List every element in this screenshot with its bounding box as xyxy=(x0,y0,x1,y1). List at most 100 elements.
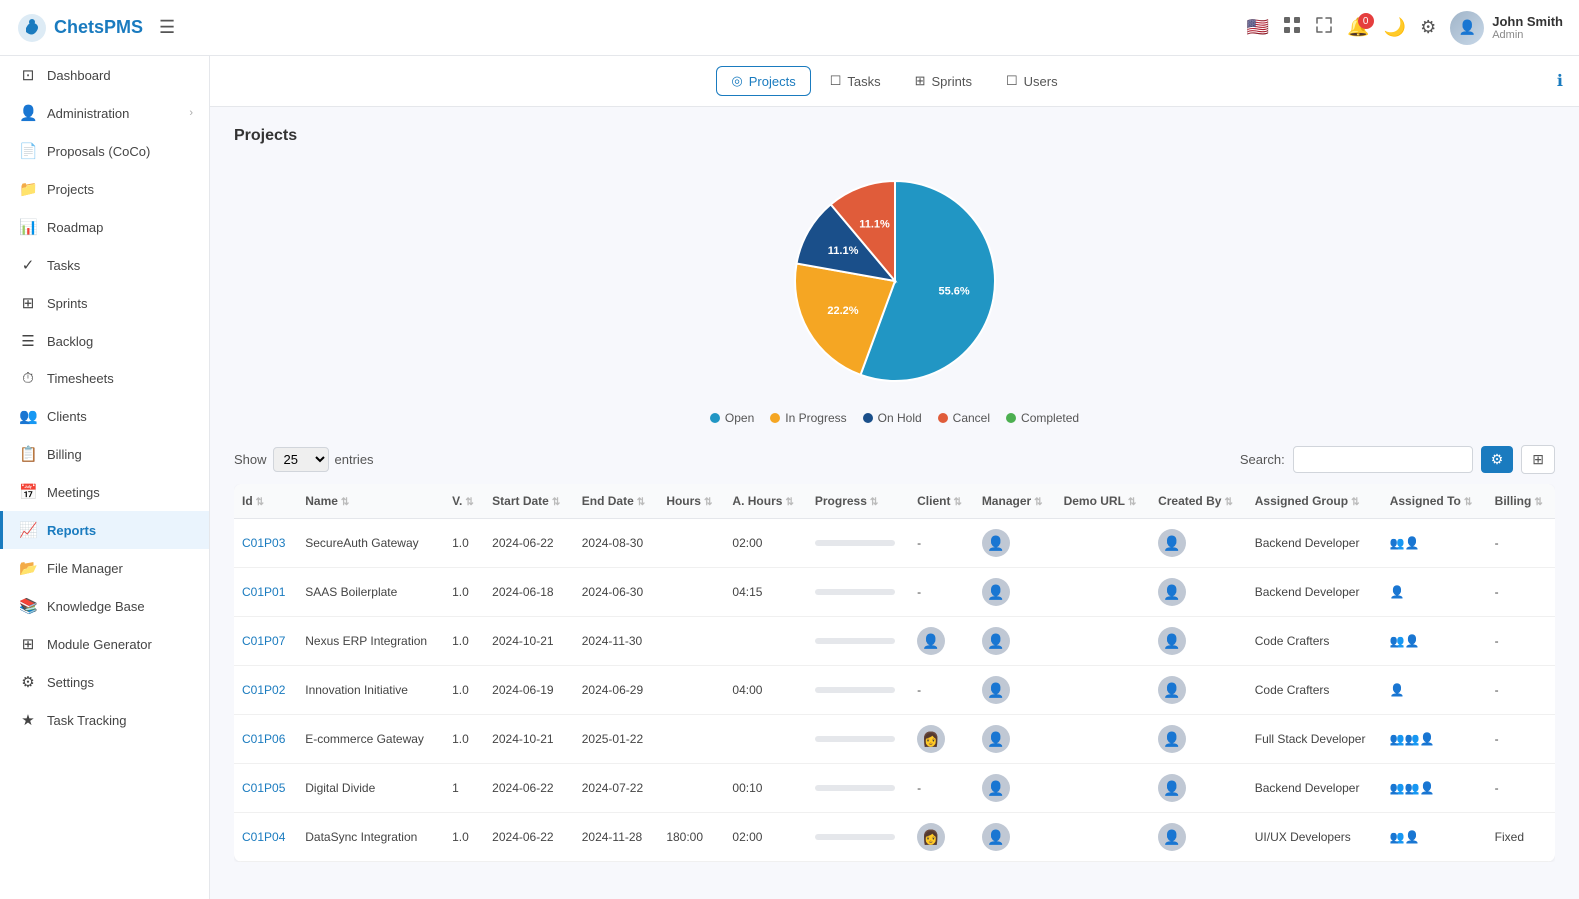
sidebar-label-tasks: Tasks xyxy=(47,258,80,273)
backlog-icon: ☰ xyxy=(19,332,37,350)
dark-mode-button[interactable]: 🌙 xyxy=(1384,17,1406,38)
end-date: 2024-06-29 xyxy=(582,683,643,697)
version: 1.0 xyxy=(452,585,469,599)
col-header-progress[interactable]: Progress⇅ xyxy=(807,484,909,519)
manager-avatar: 👤 xyxy=(982,676,1010,704)
project-id-link[interactable]: C01P06 xyxy=(242,732,285,746)
sidebar-item-backlog[interactable]: ☰ Backlog xyxy=(0,322,209,360)
sidebar-label-meetings: Meetings xyxy=(47,485,100,500)
sort-icon: ⇅ xyxy=(256,497,264,508)
hamburger-button[interactable]: ☰ xyxy=(159,17,175,38)
flag-button[interactable]: 🇺🇸 xyxy=(1247,17,1269,38)
expand-button[interactable] xyxy=(1315,16,1333,39)
hours: 180:00 xyxy=(666,830,703,844)
notification-button[interactable]: 🔔 0 xyxy=(1347,17,1369,38)
sidebar-item-task-tracking[interactable]: ★ Task Tracking xyxy=(0,701,209,739)
legend-label-In Progress: In Progress xyxy=(785,411,846,425)
client: 👤 xyxy=(917,633,945,647)
created-by-avatar: 👤 xyxy=(1158,578,1186,606)
project-id-link[interactable]: C01P05 xyxy=(242,781,285,795)
col-header-created-by[interactable]: Created By⇅ xyxy=(1150,484,1247,519)
sidebar-item-timesheets[interactable]: ⏱ Timesheets xyxy=(0,360,209,397)
sidebar-item-file-manager[interactable]: 📂 File Manager xyxy=(0,549,209,587)
project-id-link[interactable]: C01P02 xyxy=(242,683,285,697)
project-name: SecureAuth Gateway xyxy=(305,536,418,550)
project-id-link[interactable]: C01P03 xyxy=(242,536,285,550)
client: - xyxy=(917,585,921,599)
show-entries: Show 102550100 entries xyxy=(234,447,374,472)
sidebar-item-administration[interactable]: 👤 Administration › xyxy=(0,94,209,132)
sidebar-item-reports[interactable]: 📈 Reports xyxy=(0,511,209,549)
user-profile[interactable]: 👤 John Smith Admin xyxy=(1450,11,1563,45)
manager-avatar: 👤 xyxy=(982,774,1010,802)
logo[interactable]: ChetsPMS xyxy=(16,12,143,44)
client-avatar: 👩 xyxy=(917,823,945,851)
col-header-v.[interactable]: V.⇅ xyxy=(444,484,484,519)
col-header-hours[interactable]: Hours⇅ xyxy=(658,484,724,519)
export-button[interactable]: ⊞ xyxy=(1521,445,1555,474)
project-id-link[interactable]: C01P04 xyxy=(242,830,285,844)
tab-label-tasks: Tasks xyxy=(847,74,880,89)
sort-icon: ⇅ xyxy=(1034,497,1042,508)
progress-bar xyxy=(815,834,895,840)
assigned-group: Code Crafters xyxy=(1255,683,1330,697)
table-body: C01P03SecureAuth Gateway1.02024-06-22202… xyxy=(234,519,1555,862)
assigned-to: 👥👤 xyxy=(1390,634,1420,648)
assigned-to: 👤 xyxy=(1390,585,1405,599)
assigned-to: 👥👤 xyxy=(1390,830,1420,844)
file-manager-icon: 📂 xyxy=(19,559,37,577)
actual-hours: 02:00 xyxy=(732,830,762,844)
project-id-link[interactable]: C01P01 xyxy=(242,585,285,599)
col-header-end-date[interactable]: End Date⇅ xyxy=(574,484,659,519)
info-icon[interactable]: ℹ xyxy=(1557,71,1563,91)
tab-sprints[interactable]: ⊞ Sprints xyxy=(900,66,987,96)
sidebar-item-projects[interactable]: 📁 Projects xyxy=(0,170,209,208)
col-header-start-date[interactable]: Start Date⇅ xyxy=(484,484,574,519)
show-select[interactable]: 102550100 xyxy=(273,447,329,472)
top-navigation: ChetsPMS ☰ 🇺🇸 🔔 0 🌙 ⚙ 👤 Joh xyxy=(0,0,1579,56)
actual-hours: 02:00 xyxy=(732,536,762,550)
col-header-name[interactable]: Name⇅ xyxy=(297,484,444,519)
sidebar-item-meetings[interactable]: 📅 Meetings xyxy=(0,473,209,511)
settings-button[interactable]: ⚙ xyxy=(1420,17,1436,38)
sidebar-item-dashboard[interactable]: ⊡ Dashboard xyxy=(0,56,209,94)
sidebar-item-module-generator[interactable]: ⊞ Module Generator xyxy=(0,625,209,663)
sidebar-item-billing[interactable]: 📋 Billing xyxy=(0,435,209,473)
col-header-demo-url[interactable]: Demo URL⇅ xyxy=(1056,484,1151,519)
col-header-assigned-to[interactable]: Assigned To⇅ xyxy=(1382,484,1487,519)
progress-bar xyxy=(815,638,895,644)
tab-projects[interactable]: ◎ Projects xyxy=(716,66,810,96)
tab-users[interactable]: ☐ Users xyxy=(991,66,1073,96)
sidebar-item-tasks[interactable]: ✓ Tasks xyxy=(0,246,209,284)
col-header-a.-hours[interactable]: A. Hours⇅ xyxy=(724,484,806,519)
sidebar-item-proposals[interactable]: 📄 Proposals (CoCo) xyxy=(0,132,209,170)
sort-icon: ⇅ xyxy=(704,497,712,508)
version: 1.0 xyxy=(452,732,469,746)
manager-avatar: 👤 xyxy=(982,578,1010,606)
project-name: SAAS Boilerplate xyxy=(305,585,397,599)
col-header-id[interactable]: Id⇅ xyxy=(234,484,297,519)
sidebar-item-clients[interactable]: 👥 Clients xyxy=(0,397,209,435)
col-header-billing[interactable]: Billing⇅ xyxy=(1487,484,1555,519)
sort-icon: ⇅ xyxy=(637,497,645,508)
col-header-assigned-group[interactable]: Assigned Group⇅ xyxy=(1247,484,1382,519)
tab-tasks[interactable]: ☐ Tasks xyxy=(815,66,896,96)
legend-label-On Hold: On Hold xyxy=(878,411,922,425)
sidebar-label-file-manager: File Manager xyxy=(47,561,123,576)
sidebar-item-settings[interactable]: ⚙ Settings xyxy=(0,663,209,701)
sidebar-label-timesheets: Timesheets xyxy=(47,371,114,386)
filter-button[interactable]: ⚙ xyxy=(1481,446,1514,473)
sidebar-item-roadmap[interactable]: 📊 Roadmap xyxy=(0,208,209,246)
sidebar-item-knowledge-base[interactable]: 📚 Knowledge Base xyxy=(0,587,209,625)
projects-table: Id⇅Name⇅V.⇅Start Date⇅End Date⇅Hours⇅A. … xyxy=(234,484,1555,862)
expand-icon xyxy=(1315,16,1333,34)
sidebar-item-sprints[interactable]: ⊞ Sprints xyxy=(0,284,209,322)
legend-label-Completed: Completed xyxy=(1021,411,1079,425)
table-head: Id⇅Name⇅V.⇅Start Date⇅End Date⇅Hours⇅A. … xyxy=(234,484,1555,519)
col-header-manager[interactable]: Manager⇅ xyxy=(974,484,1056,519)
apps-button[interactable] xyxy=(1283,16,1301,39)
search-input[interactable] xyxy=(1293,446,1473,473)
col-header-client[interactable]: Client⇅ xyxy=(909,484,974,519)
legend-dot-Open xyxy=(710,413,720,423)
project-id-link[interactable]: C01P07 xyxy=(242,634,285,648)
